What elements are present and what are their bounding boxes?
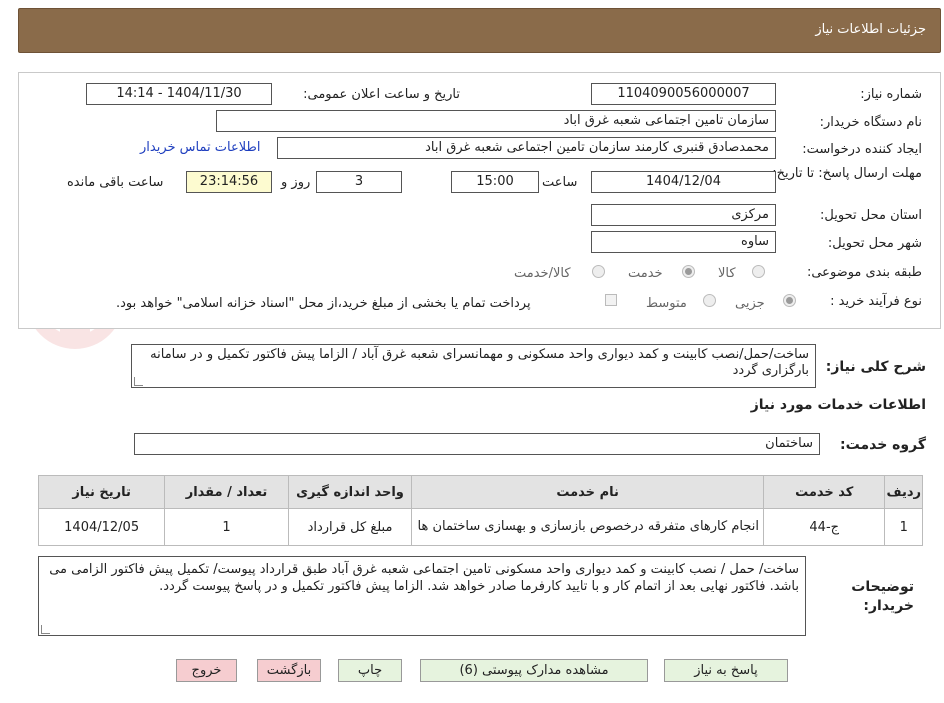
summary-label: شرح کلی نیاز: <box>825 359 926 375</box>
treasury-checkbox[interactable] <box>605 294 617 306</box>
process-minor-label: جزیی <box>735 296 765 311</box>
category-both-label: کالا/خدمت <box>514 266 571 281</box>
need-number-field: 1104090056000007 <box>591 83 776 105</box>
remaining-label: ساعت باقی مانده <box>67 175 164 190</box>
services-section-title: اطلاعات خدمات مورد نیاز <box>750 397 926 413</box>
resize-handle-icon <box>41 625 50 634</box>
days-field: 3 <box>316 171 402 193</box>
resize-handle-icon <box>134 377 143 386</box>
deadline-time-label: ساعت <box>542 175 578 190</box>
cell-index: 1 <box>884 508 923 546</box>
category-service-label: خدمت <box>628 266 663 281</box>
col-name: نام خدمت <box>411 475 764 509</box>
category-label: طبقه بندی موضوعی: <box>806 265 922 280</box>
services-table: ردیف کد خدمت نام خدمت واحد اندازه گیری ت… <box>37 475 923 546</box>
process-medium-label: متوسط <box>646 296 687 311</box>
announce-label: تاریخ و ساعت اعلان عمومی: <box>303 87 460 102</box>
requester-label: ایجاد کننده درخواست: <box>802 142 922 157</box>
deadline-date-field: 1404/12/04 <box>591 171 776 193</box>
treasury-note: پرداخت تمام یا بخشی از مبلغ خرید،از محل … <box>116 296 531 311</box>
deadline-label: مهلت ارسال پاسخ: تا تاریخ: <box>772 166 922 181</box>
table-row: 1 ج-44 انجام کارهای متفرقه درخصوص بازساز… <box>37 508 923 546</box>
deadline-time-field: 15:00 <box>451 171 539 193</box>
back-button[interactable]: بازگشت <box>257 659 321 682</box>
buyer-notes-textarea[interactable]: ساخت/ حمل / نصب کابینت و کمد دیواری واحد… <box>38 556 806 636</box>
service-group-label: گروه خدمت: <box>840 437 926 453</box>
col-code: کد خدمت <box>762 475 886 509</box>
province-label: استان محل تحویل: <box>820 208 922 223</box>
process-minor-radio[interactable] <box>783 294 796 307</box>
cell-quantity: 1 <box>164 508 289 546</box>
summary-textarea[interactable]: ساخت/حمل/نصب کابینت و کمد دیواری واحد مس… <box>131 344 816 388</box>
announce-field: 1404/11/30 - 14:14 <box>86 83 272 105</box>
col-index: ردیف <box>884 475 923 509</box>
process-medium-radio[interactable] <box>703 294 716 307</box>
buyer-org-label: نام دستگاه خریدار: <box>819 115 922 130</box>
reply-button[interactable]: پاسخ به نیاز <box>664 659 788 682</box>
category-both-radio[interactable] <box>592 265 605 278</box>
service-group-field: ساختمان <box>134 433 820 455</box>
page-title: جزئیات اطلاعات نیاز <box>815 22 926 37</box>
days-and-label: روز و <box>281 175 311 190</box>
remaining-time-field: 23:14:56 <box>186 171 272 193</box>
page-header: جزئیات اطلاعات نیاز <box>18 8 941 53</box>
category-service-radio[interactable] <box>682 265 695 278</box>
cell-unit: مبلغ کل قرارداد <box>287 508 413 546</box>
table-header-row: ردیف کد خدمت نام خدمت واحد اندازه گیری ت… <box>37 475 923 509</box>
buyer-contact-link[interactable]: اطلاعات تماس خریدار <box>140 140 260 155</box>
col-date: تاریخ نیاز <box>37 475 166 509</box>
exit-button[interactable]: خروج <box>176 659 237 682</box>
city-field: ساوه <box>591 231 776 253</box>
cell-date: 1404/12/05 <box>37 508 166 546</box>
province-field: مرکزی <box>591 204 776 226</box>
attachments-button[interactable]: مشاهده مدارک پیوستی (6) <box>420 659 648 682</box>
requester-field: محمدصادق قنبری کارمند سازمان تامین اجتما… <box>277 137 776 159</box>
summary-text: ساخت/حمل/نصب کابینت و کمد دیواری واحد مس… <box>150 347 809 378</box>
col-unit: واحد اندازه گیری <box>287 475 413 509</box>
cell-code: ج-44 <box>762 508 886 546</box>
col-quantity: تعداد / مقدار <box>164 475 289 509</box>
category-goods-radio[interactable] <box>752 265 765 278</box>
category-goods-label: کالا <box>718 266 736 281</box>
process-label: نوع فرآیند خرید : <box>830 294 922 309</box>
buyer-org-field: سازمان تامین اجتماعی شعبه غرق اباد <box>216 110 776 132</box>
need-number-label: شماره نیاز: <box>860 87 922 102</box>
cell-name: انجام کارهای متفرقه درخصوص بازسازی و بهس… <box>411 508 764 546</box>
print-button[interactable]: چاپ <box>338 659 402 682</box>
city-label: شهر محل تحویل: <box>827 236 922 251</box>
buyer-notes-label: توضیحات خریدار: <box>851 579 914 614</box>
buyer-notes-text: ساخت/ حمل / نصب کابینت و کمد دیواری واحد… <box>49 562 799 594</box>
